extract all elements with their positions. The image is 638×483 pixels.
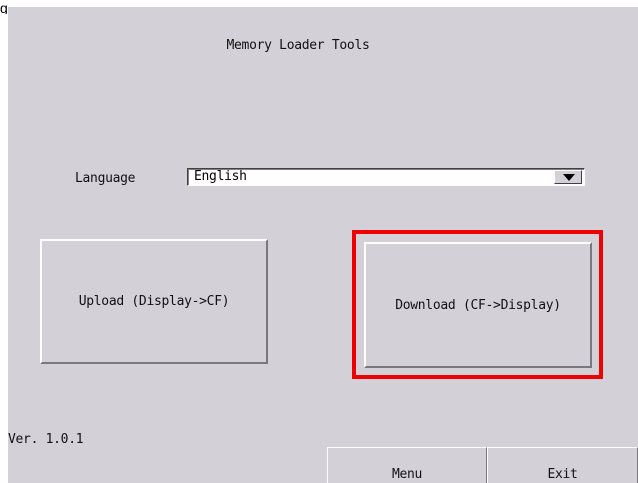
upload-button[interactable]: Upload (Display->CF) — [40, 239, 268, 364]
figure-caption-fragment: g — [0, 0, 8, 14]
upload-button-label: Upload (Display->CF) — [78, 294, 230, 309]
version-text: Ver. 1.0.1 — [8, 432, 84, 447]
caret-down-icon — [563, 174, 575, 181]
language-selected-value: English — [194, 169, 247, 184]
menu-button[interactable]: Menu — [327, 447, 487, 483]
page-title: Memory Loader Tools — [226, 38, 370, 53]
exit-button-label: Exit — [547, 467, 578, 482]
memory-loader-screen: Memory Loader Tools Language English Upl… — [8, 7, 638, 483]
menu-button-label: Menu — [391, 467, 423, 482]
language-label: Language — [75, 171, 136, 186]
exit-button[interactable]: Exit — [487, 447, 638, 483]
dropdown-button[interactable] — [554, 170, 582, 184]
language-select[interactable]: English — [187, 168, 585, 186]
download-button-label: Download (CF->Display) — [395, 297, 561, 313]
download-button[interactable]: Download (CF->Display) — [364, 242, 592, 368]
